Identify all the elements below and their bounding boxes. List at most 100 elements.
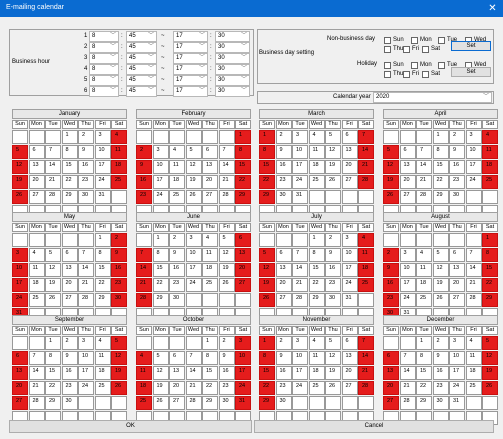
day-cell[interactable]: 24 [341, 278, 358, 292]
day-cell[interactable]: 3 [292, 130, 308, 144]
day-cell[interactable]: 12 [185, 160, 202, 174]
holiday-day-cell[interactable]: 7 [358, 336, 374, 350]
holiday-day-cell[interactable]: 15 [259, 366, 275, 380]
day-cell[interactable]: 29 [152, 293, 169, 307]
holiday-day-cell[interactable]: 20 [235, 263, 251, 277]
day-cell[interactable]: 4 [308, 336, 325, 350]
day-cell[interactable]: 27 [61, 293, 78, 307]
day-cell[interactable]: 17 [185, 263, 202, 277]
day-cell[interactable]: 20 [275, 278, 292, 292]
holiday-day-cell[interactable]: 16 [136, 175, 152, 189]
holiday-day-cell[interactable]: 26 [482, 381, 498, 395]
day-cell[interactable] [383, 233, 399, 247]
day-cell[interactable] [61, 233, 78, 247]
checkbox-mon[interactable] [411, 37, 418, 44]
day-cell[interactable]: 27 [169, 396, 185, 410]
day-cell[interactable]: 10 [341, 248, 358, 262]
day-cell[interactable]: 10 [449, 351, 465, 365]
day-cell[interactable]: 17 [449, 366, 465, 380]
day-cell[interactable]: 7 [218, 145, 235, 159]
day-cell[interactable]: 14 [218, 160, 235, 174]
day-cell[interactable]: 22 [416, 381, 432, 395]
day-cell[interactable]: 2 [61, 336, 78, 350]
holiday-day-cell[interactable]: 5 [259, 248, 275, 262]
day-cell[interactable]: 16 [432, 366, 449, 380]
day-cell[interactable] [45, 130, 61, 144]
day-cell[interactable]: 28 [465, 293, 482, 307]
holiday-day-cell[interactable]: 27 [383, 396, 399, 410]
day-cell[interactable]: 3 [341, 233, 358, 247]
day-cell[interactable] [465, 190, 482, 204]
day-cell[interactable]: 5 [325, 336, 341, 350]
day-cell[interactable]: 21 [292, 278, 308, 292]
day-cell[interactable]: 18 [465, 366, 482, 380]
day-cell[interactable]: 23 [449, 175, 465, 189]
holiday-day-cell[interactable]: 28 [136, 293, 152, 307]
day-cell[interactable]: 27 [202, 190, 218, 204]
day-cell[interactable]: 2 [218, 336, 235, 350]
end-hour-select[interactable]: 17 ﹀ [173, 64, 208, 75]
holiday-day-cell[interactable]: 9 [383, 263, 399, 277]
set-holiday-button[interactable]: Set [451, 67, 491, 77]
holiday-day-cell[interactable]: 17 [12, 278, 28, 292]
start-minute-select[interactable]: 45 ﹀ [126, 75, 157, 86]
holiday-day-cell[interactable]: 27 [235, 278, 251, 292]
day-cell[interactable] [45, 233, 61, 247]
checkbox-tue[interactable] [438, 62, 445, 69]
day-cell[interactable]: 21 [465, 278, 482, 292]
day-cell[interactable]: 14 [416, 160, 432, 174]
day-cell[interactable]: 10 [399, 263, 416, 277]
day-cell[interactable] [202, 130, 218, 144]
day-cell[interactable]: 13 [202, 160, 218, 174]
day-cell[interactable]: 3 [449, 336, 465, 350]
day-cell[interactable]: 6 [28, 145, 45, 159]
day-cell[interactable]: 8 [416, 351, 432, 365]
holiday-day-cell[interactable]: 26 [12, 190, 28, 204]
holiday-day-cell[interactable]: 13 [383, 366, 399, 380]
day-cell[interactable]: 18 [202, 263, 218, 277]
day-cell[interactable]: 22 [45, 381, 61, 395]
day-cell[interactable]: 14 [292, 263, 308, 277]
start-minute-select[interactable]: 45 ﹀ [126, 64, 157, 75]
day-cell[interactable] [218, 130, 235, 144]
day-cell[interactable]: 8 [94, 248, 111, 262]
day-cell[interactable]: 15 [152, 263, 169, 277]
day-cell[interactable]: 8 [45, 351, 61, 365]
day-cell[interactable] [259, 233, 275, 247]
holiday-day-cell[interactable]: 15 [235, 160, 251, 174]
holiday-day-cell[interactable]: 29 [482, 293, 498, 307]
day-cell[interactable] [28, 130, 45, 144]
holiday-day-cell[interactable]: 23 [136, 190, 152, 204]
day-cell[interactable]: 1 [416, 336, 432, 350]
day-cell[interactable]: 25 [465, 381, 482, 395]
holiday-day-cell[interactable]: 31 [235, 396, 251, 410]
holiday-day-cell[interactable]: 11 [482, 145, 498, 159]
day-cell[interactable]: 25 [308, 381, 325, 395]
day-cell[interactable] [416, 130, 432, 144]
start-hour-select[interactable]: 8 ﹀ [89, 86, 119, 97]
day-cell[interactable]: 21 [416, 175, 432, 189]
day-cell[interactable]: 27 [449, 293, 465, 307]
day-cell[interactable]: 21 [78, 278, 94, 292]
day-cell[interactable]: 24 [78, 381, 94, 395]
holiday-day-cell[interactable]: 16 [111, 263, 127, 277]
day-cell[interactable]: 11 [416, 263, 432, 277]
day-cell[interactable]: 9 [449, 145, 465, 159]
day-cell[interactable]: 6 [202, 145, 218, 159]
day-cell[interactable]: 23 [325, 278, 341, 292]
holiday-day-cell[interactable]: 14 [136, 263, 152, 277]
day-cell[interactable]: 30 [432, 396, 449, 410]
holiday-day-cell[interactable]: 18 [136, 381, 152, 395]
day-cell[interactable]: 2 [78, 130, 94, 144]
day-cell[interactable]: 5 [152, 351, 169, 365]
day-cell[interactable] [432, 233, 449, 247]
holiday-day-cell[interactable]: 2 [136, 145, 152, 159]
day-cell[interactable]: 28 [416, 190, 432, 204]
day-cell[interactable]: 10 [465, 145, 482, 159]
day-cell[interactable] [12, 233, 28, 247]
day-cell[interactable]: 2 [169, 233, 185, 247]
day-cell[interactable]: 30 [78, 190, 94, 204]
day-cell[interactable]: 13 [169, 366, 185, 380]
day-cell[interactable]: 29 [432, 190, 449, 204]
holiday-day-cell[interactable]: 6 [235, 233, 251, 247]
